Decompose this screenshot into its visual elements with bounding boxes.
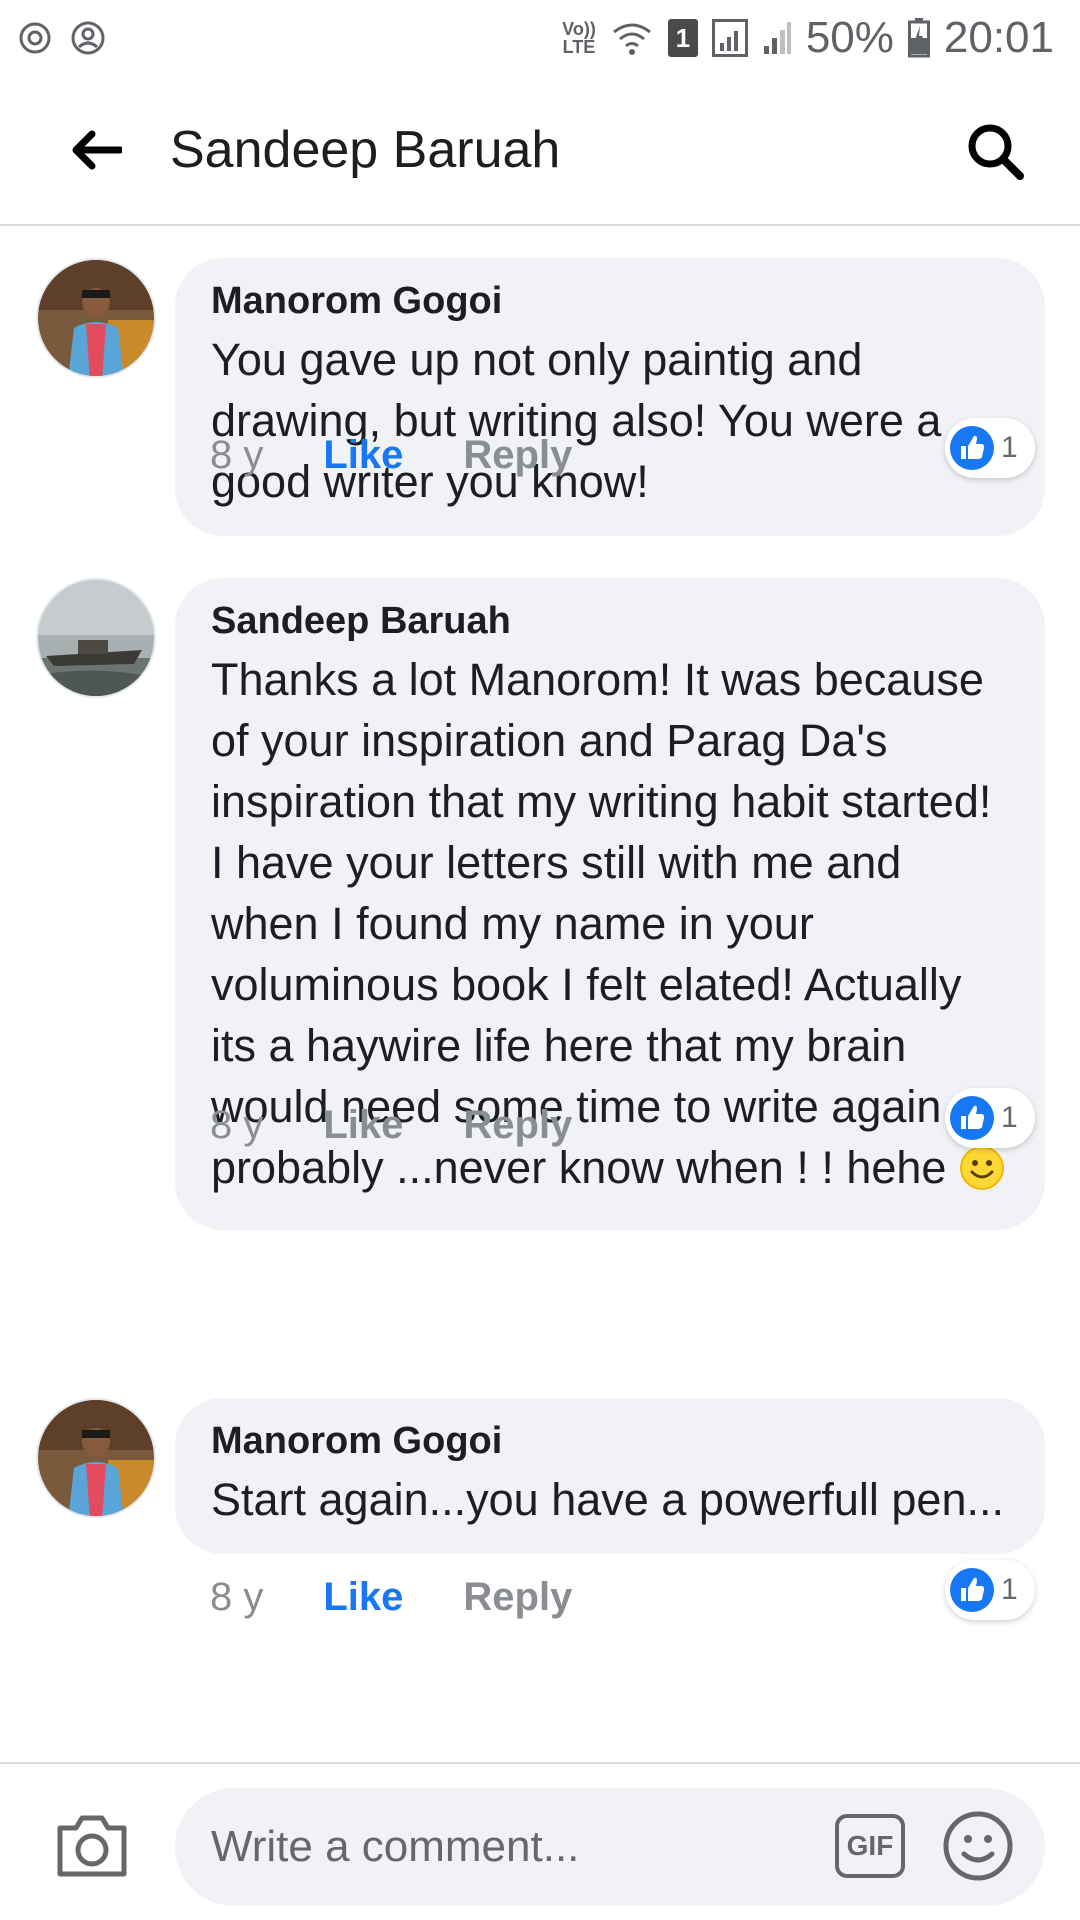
comment-time[interactable]: 8 y — [210, 1575, 263, 1620]
back-button[interactable] — [36, 90, 156, 210]
comment-text: You gave up not only paintig and drawing… — [211, 334, 942, 507]
like-button[interactable]: Like — [323, 1575, 403, 1620]
reaction-badge[interactable]: 1 — [945, 1560, 1035, 1620]
reply-button[interactable]: Reply — [463, 1575, 572, 1620]
reply-button[interactable]: Reply — [463, 1103, 572, 1148]
smiley-emoji — [959, 1145, 1005, 1206]
reaction-badge[interactable]: 1 — [945, 1088, 1035, 1148]
like-button[interactable]: Like — [323, 433, 403, 478]
comment-author[interactable]: Manorom Gogoi — [211, 1420, 1007, 1463]
avatar[interactable] — [36, 1398, 156, 1518]
battery-percent: 50% — [805, 13, 894, 62]
reaction-count: 1 — [1001, 431, 1018, 464]
volte-indicator: Vo)) LTE — [562, 19, 596, 57]
comment-bubble: Manorom Gogoi Start again...you have a p… — [175, 1398, 1045, 1554]
thumbs-up-icon — [950, 1096, 994, 1140]
comment-bubble: Manorom Gogoi You gave up not only paint… — [175, 258, 1045, 536]
signal-icon-2 — [762, 20, 792, 56]
avatar[interactable] — [36, 578, 156, 698]
avatar[interactable] — [36, 258, 156, 378]
comment-text: Start again...you have a powerfull pen..… — [211, 1474, 1004, 1525]
comment-author[interactable]: Manorom Gogoi — [211, 280, 1007, 323]
reaction-badge[interactable]: 1 — [945, 418, 1035, 478]
comment-composer: GIF — [0, 1762, 1080, 1920]
account-icon — [70, 20, 106, 56]
comment-actions: 8 y Like Reply — [210, 1103, 572, 1148]
thumbs-up-icon — [950, 1568, 994, 1612]
emoji-button[interactable] — [942, 1810, 1014, 1882]
search-icon — [968, 124, 1024, 180]
comment-time[interactable]: 8 y — [210, 433, 263, 478]
signal-icon — [711, 19, 748, 57]
comment-author[interactable]: Sandeep Baruah — [211, 600, 1007, 643]
camera-icon — [57, 1815, 127, 1877]
status-bar: Vo)) LTE 1 50% 20:01 — [0, 0, 1080, 76]
reply-button[interactable]: Reply — [463, 433, 572, 478]
battery-icon — [907, 18, 930, 58]
comment-actions: 8 y Like Reply — [210, 1575, 572, 1620]
camera-button[interactable] — [52, 1806, 132, 1886]
page-header: Sandeep Baruah — [0, 76, 1080, 226]
comment-time[interactable]: 8 y — [210, 1103, 263, 1148]
clock: 20:01 — [943, 13, 1054, 62]
page-title: Sandeep Baruah — [170, 121, 561, 179]
like-button[interactable]: Like — [323, 1103, 403, 1148]
sim-indicator: 1 — [667, 19, 698, 57]
emoji-icon — [943, 1811, 1013, 1881]
sync-icon — [18, 21, 52, 55]
comment-input[interactable] — [175, 1788, 1045, 1906]
back-arrow-icon — [72, 130, 122, 170]
reaction-count: 1 — [1001, 1101, 1018, 1134]
reaction-count: 1 — [1001, 1573, 1018, 1606]
thumbs-up-icon — [950, 426, 994, 470]
gif-button[interactable]: GIF — [835, 1814, 905, 1878]
search-button[interactable] — [950, 106, 1040, 196]
comment-actions: 8 y Like Reply — [210, 433, 572, 478]
wifi-icon — [610, 20, 654, 56]
